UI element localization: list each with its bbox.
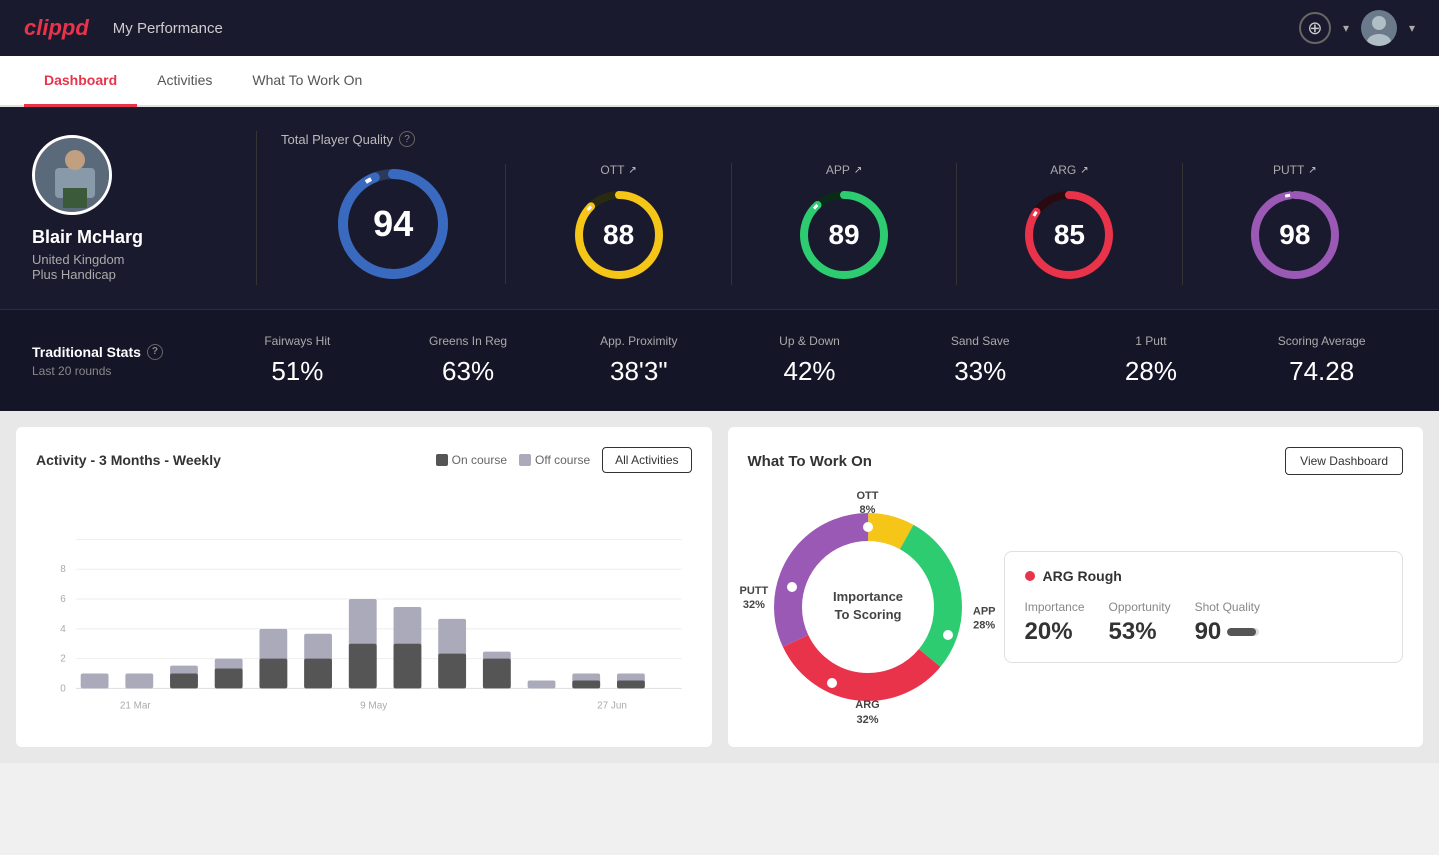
user-chevron: ▾ <box>1409 21 1415 35</box>
svg-text:0: 0 <box>60 683 66 694</box>
stat-app-proximity: App. Proximity 38'3" <box>553 334 724 387</box>
what-to-work-on-panel: What To Work On View Dashboard <box>728 427 1424 747</box>
putt-arrow: ↗ <box>1308 165 1316 176</box>
user-avatar-button[interactable] <box>1361 10 1397 46</box>
tab-what-to-work-on[interactable]: What To Work On <box>232 56 382 107</box>
scores-row: 94 OTT ↗ 88 <box>281 163 1407 285</box>
info-card-title: ARG Rough <box>1025 568 1383 584</box>
stat-sand-save: Sand Save 33% <box>895 334 1066 387</box>
trad-stats-help-icon[interactable]: ? <box>147 344 163 360</box>
ott-segment-label: OTT8% <box>857 489 879 518</box>
app-arrow: ↗ <box>854 165 862 176</box>
putt-score-number: 98 <box>1279 219 1310 251</box>
chart-header: Activity - 3 Months - Weekly On course O… <box>36 447 692 473</box>
stats-values: Fairways Hit 51% Greens In Reg 63% App. … <box>212 334 1407 387</box>
stat-label-group: Traditional Stats ? Last 20 rounds <box>32 344 212 378</box>
player-country: United Kingdom <box>32 252 125 267</box>
top-nav: clippd My Performance ⊕ ▾ ▾ <box>0 0 1439 56</box>
putt-score: PUTT ↗ 98 <box>1183 163 1407 285</box>
arg-segment-label: ARG32% <box>855 698 879 727</box>
putt-label: PUTT ↗ <box>1273 163 1317 177</box>
shot-quality-row: 90 <box>1195 618 1260 646</box>
stat-scoring-avg: Scoring Average 74.28 <box>1236 334 1407 387</box>
on-course-dot <box>436 454 448 466</box>
app-label: APP ↗ <box>826 163 862 177</box>
svg-text:21 Mar: 21 Mar <box>120 700 152 711</box>
svg-text:To Scoring: To Scoring <box>834 607 901 622</box>
activity-panel: Activity - 3 Months - Weekly On course O… <box>16 427 712 747</box>
quality-help-icon[interactable]: ? <box>399 131 415 147</box>
svg-text:27 Jun: 27 Jun <box>597 700 627 711</box>
stat-greens-in-reg: Greens In Reg 63% <box>383 334 554 387</box>
info-metrics: Importance 20% Opportunity 53% Shot Qual… <box>1025 600 1383 646</box>
arg-score-number: 85 <box>1054 219 1085 251</box>
metric-shot-quality: Shot Quality 90 <box>1195 600 1260 646</box>
tab-bar: Dashboard Activities What To Work On <box>0 56 1439 107</box>
nav-right: ⊕ ▾ ▾ <box>1299 10 1415 46</box>
metric-importance: Importance 20% <box>1025 600 1085 646</box>
quality-section: Total Player Quality ? 94 OTT <box>281 131 1407 285</box>
putt-segment-label: PUTT32% <box>740 584 769 613</box>
hero-section: Blair McHarg United Kingdom Plus Handica… <box>0 107 1439 309</box>
arg-label: ARG ↗ <box>1050 163 1088 177</box>
red-dot-icon <box>1025 571 1035 581</box>
quality-label: Total Player Quality ? <box>281 131 1407 147</box>
bottom-panels: Activity - 3 Months - Weekly On course O… <box>0 411 1439 763</box>
arg-score: ARG ↗ 85 <box>957 163 1182 285</box>
work-header: What To Work On View Dashboard <box>748 447 1404 475</box>
plus-icon: ⊕ <box>1307 18 1322 39</box>
svg-text:8: 8 <box>60 564 66 575</box>
off-course-dot <box>519 454 531 466</box>
logo-text: clippd <box>24 15 89 41</box>
shot-quality-bar-bg <box>1227 628 1259 636</box>
ott-label: OTT ↗ <box>600 163 636 177</box>
add-button[interactable]: ⊕ <box>1299 12 1331 44</box>
stats-bar: Traditional Stats ? Last 20 rounds Fairw… <box>0 309 1439 411</box>
all-activities-button[interactable]: All Activities <box>602 447 691 473</box>
ott-arrow: ↗ <box>628 165 636 176</box>
trad-stats-sublabel: Last 20 rounds <box>32 364 212 378</box>
player-name: Blair McHarg <box>32 227 143 248</box>
svg-text:9 May: 9 May <box>360 700 387 711</box>
player-info: Blair McHarg United Kingdom Plus Handica… <box>32 135 232 282</box>
legend-on-course: On course <box>436 453 507 467</box>
work-content: Importance To Scoring OTT8% APP28% ARG32… <box>748 487 1404 727</box>
stat-up-down: Up & Down 42% <box>724 334 895 387</box>
work-title: What To Work On <box>748 453 872 470</box>
view-dashboard-button[interactable]: View Dashboard <box>1285 447 1403 475</box>
chart-title: Activity - 3 Months - Weekly <box>36 452 221 468</box>
chart-legend: On course Off course <box>436 453 591 467</box>
svg-text:4: 4 <box>60 624 66 635</box>
app-score: APP ↗ 89 <box>732 163 957 285</box>
add-chevron: ▾ <box>1343 21 1349 35</box>
svg-text:2: 2 <box>60 654 66 665</box>
logo: clippd My Performance <box>24 15 223 41</box>
tab-activities[interactable]: Activities <box>137 56 232 107</box>
bar-chart-svg: 0 2 4 6 8 <box>36 489 692 719</box>
player-avatar <box>32 135 112 215</box>
trad-stats-title: Traditional Stats ? <box>32 344 212 360</box>
tab-dashboard[interactable]: Dashboard <box>24 56 137 107</box>
donut-chart-wrapper: Importance To Scoring OTT8% APP28% ARG32… <box>748 487 988 727</box>
arg-arrow: ↗ <box>1080 165 1088 176</box>
chart-area: 0 2 4 6 8 <box>36 489 692 724</box>
app-score-number: 89 <box>828 219 859 251</box>
hero-divider <box>256 131 257 285</box>
ott-score-number: 88 <box>603 219 634 251</box>
main-score-number: 94 <box>373 203 413 245</box>
stat-1-putt: 1 Putt 28% <box>1066 334 1237 387</box>
svg-text:Importance: Importance <box>832 589 902 604</box>
stat-fairways-hit: Fairways Hit 51% <box>212 334 383 387</box>
ott-score: OTT ↗ 88 <box>506 163 731 285</box>
legend-off-course: Off course <box>519 453 590 467</box>
shot-quality-bar-fill <box>1227 628 1256 636</box>
main-score: 94 <box>281 164 506 284</box>
svg-text:6: 6 <box>60 594 66 605</box>
metric-opportunity: Opportunity 53% <box>1109 600 1171 646</box>
player-handicap: Plus Handicap <box>32 267 116 282</box>
nav-title: My Performance <box>113 20 223 37</box>
donut-chart-svg: Importance To Scoring <box>748 487 988 727</box>
app-segment-label: APP28% <box>973 605 996 634</box>
info-card: ARG Rough Importance 20% Opportunity 53%… <box>1004 551 1404 663</box>
